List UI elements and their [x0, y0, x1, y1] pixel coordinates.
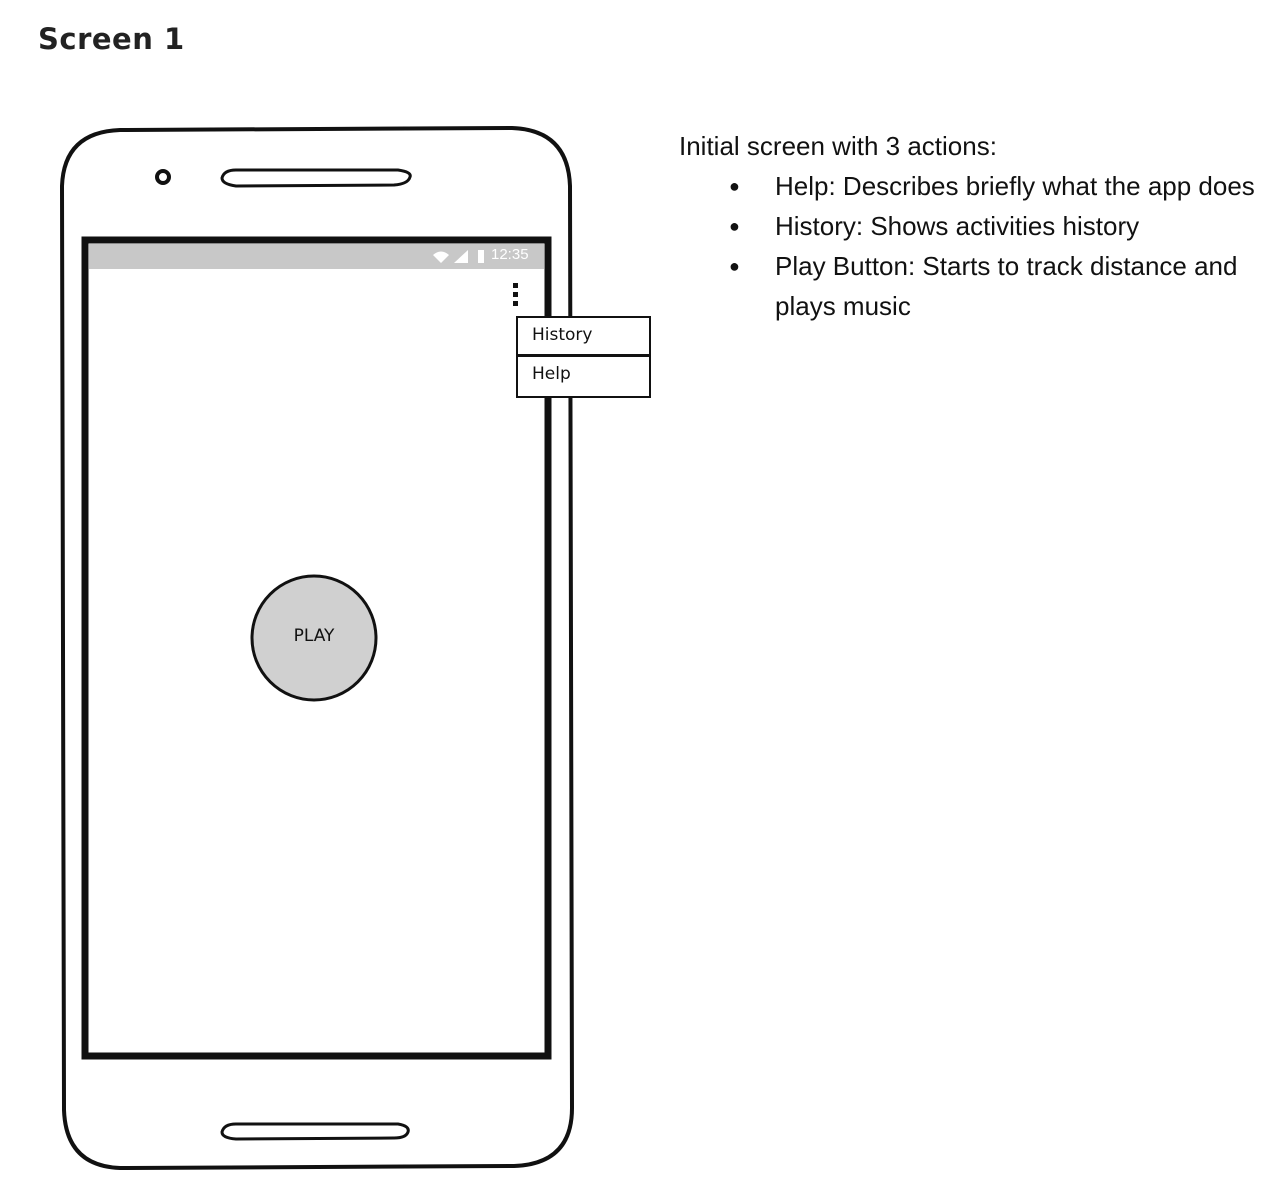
action-play-text: Play Button: Starts to track distance an… — [775, 251, 1238, 321]
overflow-menu-icon[interactable] — [513, 283, 518, 306]
action-help-text: Help: Describes briefly what the app doe… — [775, 171, 1255, 201]
status-bar — [89, 244, 544, 269]
status-time: 12:35 — [491, 246, 529, 263]
battery-icon — [478, 250, 484, 263]
list-item: ● Play Button: Starts to track distance a… — [729, 246, 1269, 326]
menu-item-help[interactable]: Help — [532, 364, 571, 384]
action-history-text: History: Shows activities history — [775, 211, 1140, 241]
bullet-icon: ● — [729, 216, 740, 236]
camera-icon — [155, 169, 171, 185]
bullet-icon: ● — [729, 176, 740, 196]
bullet-icon: ● — [729, 256, 740, 276]
description-intro: Initial screen with 3 actions: — [679, 131, 997, 161]
list-item: ● Help: Describes briefly what the app do… — [729, 166, 1269, 206]
menu-item-history[interactable]: History — [532, 325, 592, 345]
screen-description: Initial screen with 3 actions: ● Help: De… — [679, 126, 1269, 326]
play-button[interactable]: PLAY — [252, 626, 376, 646]
bottom-speaker — [220, 1122, 410, 1141]
top-speaker — [220, 168, 412, 188]
action-list: ● Help: Describes briefly what the app do… — [679, 166, 1269, 326]
list-item: ● History: Shows activities history — [729, 206, 1269, 246]
